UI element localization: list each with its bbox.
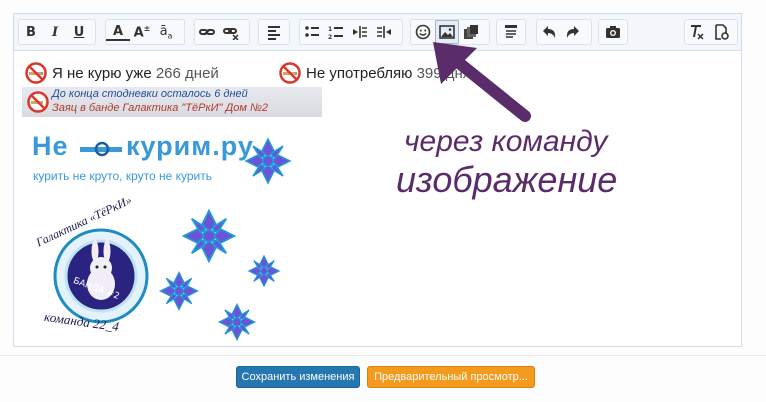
message-editor[interactable]: B I U A A± āa 1 2 Я не курю уже 266 дней… xyxy=(13,13,742,347)
annotation-line2: изображение xyxy=(396,159,618,200)
align-button[interactable] xyxy=(262,20,286,44)
font-group: A A± āa xyxy=(105,19,185,45)
font-size-button[interactable]: A± xyxy=(130,20,154,44)
snowflake-icon xyxy=(217,302,257,342)
form-divider xyxy=(0,355,766,356)
banner-countdown: До конца стодневки осталось 6 дней xyxy=(52,88,248,100)
redo-icon xyxy=(566,26,579,38)
counter-days: 266 дней xyxy=(155,64,219,82)
svg-text:2: 2 xyxy=(328,34,332,40)
no-smoking-icon xyxy=(279,62,301,84)
camera-icon xyxy=(606,26,620,38)
link-icon xyxy=(199,29,215,35)
banner-team: Заяц в банде Галактика "ТёРкИ" Дом №2 xyxy=(52,102,268,114)
remove-format-icon xyxy=(691,25,704,40)
annotation-arrow-icon xyxy=(433,42,531,122)
unlink-icon xyxy=(223,28,239,40)
align-icon xyxy=(268,26,280,40)
snowflake-icon xyxy=(244,137,292,185)
snowflake-icon xyxy=(158,270,200,312)
snowflake-icon xyxy=(181,208,237,264)
unlink-button[interactable] xyxy=(219,20,243,44)
font-color-icon: A xyxy=(112,23,124,39)
format-group xyxy=(684,19,738,45)
bullet-list-button[interactable] xyxy=(300,20,324,44)
font-color-button[interactable]: A xyxy=(106,23,130,41)
camera-group xyxy=(598,19,628,45)
counter-prefix: Я не курю уже xyxy=(52,64,152,82)
numbered-list-icon: 12 xyxy=(328,26,343,40)
svg-text:1: 1 xyxy=(328,26,332,33)
logo-part1: Не xyxy=(32,131,69,161)
editor-toolbar: B I U A A± āa 1 2 xyxy=(14,14,741,51)
bold-icon: B xyxy=(26,24,36,40)
annotation-line1: через команду xyxy=(404,125,608,158)
preview-button[interactable]: Предварительный просмотр... xyxy=(367,366,535,388)
redo-button[interactable] xyxy=(561,20,585,44)
undo-icon xyxy=(543,26,556,38)
logo-part2: курим.ру xyxy=(126,131,254,161)
outdent-icon xyxy=(353,26,367,38)
text-style-group: B I U xyxy=(18,19,96,45)
underline-icon: U xyxy=(73,24,85,40)
cigarette-knot-icon xyxy=(80,141,122,157)
camera-button[interactable] xyxy=(601,20,625,44)
editor-content[interactable]: Я не курю уже 266 дней Не употребляю 399… xyxy=(14,51,741,346)
smoke-free-counter: Я не курю уже 266 дней xyxy=(25,62,219,84)
challenge-banner: До конца стодневки осталось 6 дней Заяц … xyxy=(22,87,322,117)
link-button[interactable] xyxy=(195,20,219,44)
italic-button[interactable]: I xyxy=(43,20,67,44)
toggle-bbcode-button[interactable] xyxy=(709,20,733,44)
underline-button[interactable]: U xyxy=(67,20,91,44)
save-button[interactable]: Сохранить изменения xyxy=(236,366,360,388)
remove-format-button[interactable] xyxy=(685,20,709,44)
indent-icon xyxy=(377,26,391,38)
no-smoking-icon xyxy=(25,62,47,84)
bullet-list-icon xyxy=(305,26,319,37)
link-group xyxy=(194,19,250,45)
align-group xyxy=(258,19,290,45)
no-smoking-icon xyxy=(27,91,49,113)
history-group xyxy=(536,19,592,45)
outdent-button[interactable] xyxy=(348,20,372,44)
font-family-icon: āa xyxy=(159,23,173,41)
counter-prefix: Не употребляю xyxy=(306,64,413,82)
indent-button[interactable] xyxy=(372,20,396,44)
italic-icon: I xyxy=(51,24,59,40)
numbered-list-button[interactable]: 12 xyxy=(324,20,348,44)
undo-button[interactable] xyxy=(537,20,561,44)
logo-slogan: курить не круто, круто не курить xyxy=(33,169,213,183)
font-size-icon: A± xyxy=(133,23,151,41)
font-family-button[interactable]: āa xyxy=(154,20,178,44)
list-group: 12 xyxy=(299,19,403,45)
snowflake-icon xyxy=(247,254,281,288)
toggle-bbcode-icon xyxy=(715,24,729,40)
bold-button[interactable]: B xyxy=(19,20,43,44)
